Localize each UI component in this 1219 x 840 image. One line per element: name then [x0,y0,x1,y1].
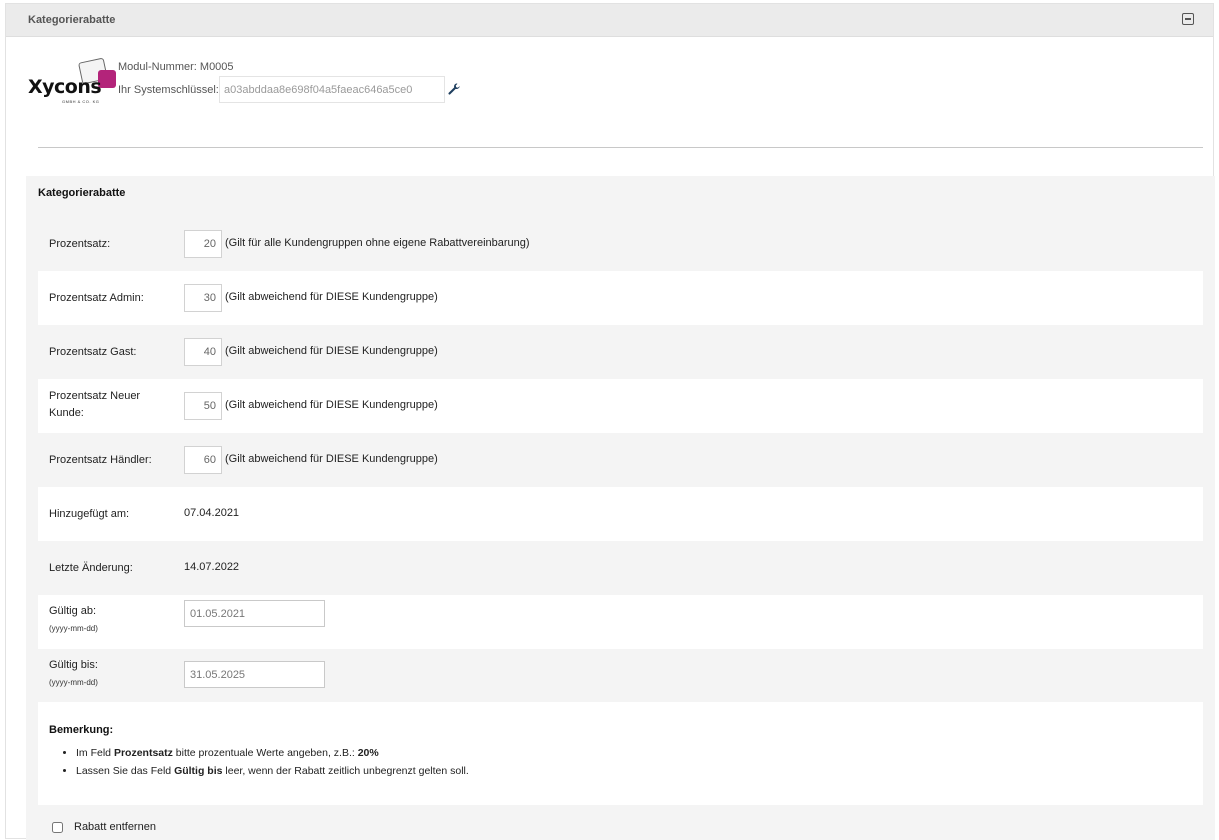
row-letzte-aenderung: Letzte Änderung: 14.07.2022 [38,541,1203,595]
label-gueltig-bis-text: Gültig bis: [49,659,98,671]
remove-discount-checkbox[interactable] [52,822,63,833]
row-hinzugefuegt: Hinzugefügt am: 07.04.2021 [38,487,1203,541]
collapse-icon[interactable] [1182,13,1194,25]
remark-list: Im Feld Prozentsatz bitte prozentuale We… [38,747,469,783]
remark-item-2: Lassen Sie das Feld Gültig bis leer, wen… [76,765,469,777]
remark-2-pre: Lassen Sie das Feld [76,765,175,777]
system-key-label: Ihr Systemschlüssel: [118,84,219,96]
input-gueltig-ab[interactable] [184,600,325,627]
hint-prozentsatz: (Gilt für alle Kundengruppen ohne eigene… [225,237,530,249]
hint-prozentsatz-admin: (Gilt abweichend für DIESE Kundengruppe) [225,291,438,303]
row-gueltig-bis: Gültig bis: (yyyy-mm-dd) [38,649,1203,703]
panel-header: Kategorierabatte [6,4,1213,37]
label-prozentsatz: Prozentsatz: [49,238,111,250]
label-gueltig-ab: Gültig ab: (yyyy-mm-dd) [49,603,98,637]
remove-discount-label[interactable]: Rabatt entfernen [74,821,156,833]
label-gueltig-bis-format: (yyyy-mm-dd) [49,678,98,687]
row-prozentsatz-haendler: Prozentsatz Händler: (Gilt abweichend fü… [38,433,1203,487]
row-prozentsatz-gast: Prozentsatz Gast: (Gilt abweichend für D… [38,325,1203,379]
remark-1-pre: Im Feld [76,747,114,759]
remark-title: Bemerkung: [49,724,114,736]
module-number: Modul-Nummer: M0005 [118,61,234,73]
label-letzte-aenderung: Letzte Änderung: [49,562,133,574]
system-key-input[interactable] [219,76,445,103]
label-gueltig-ab-format: (yyyy-mm-dd) [49,624,98,633]
row-prozentsatz-neuer-kunde: Prozentsatz Neuer Kunde: (Gilt abweichen… [38,379,1203,433]
value-letzte-aenderung: 14.07.2022 [184,561,240,573]
wrench-icon[interactable] [447,82,461,96]
input-gueltig-bis[interactable] [184,661,325,688]
input-prozentsatz-neuer-kunde[interactable] [184,392,222,420]
label-prozentsatz-haendler: Prozentsatz Händler: [49,454,152,466]
remark-1-bold2: 20% [357,747,379,759]
label-prozentsatz-gast: Prozentsatz Gast: [49,346,137,358]
input-prozentsatz-admin[interactable] [184,284,222,312]
label-hinzugefuegt: Hinzugefügt am: [49,508,130,520]
logo-subtext: GMBH & CO. KG [62,99,100,104]
row-prozentsatz: Prozentsatz: (Gilt für alle Kundengruppe… [38,214,1203,268]
remark-2-bold: Gültig bis [174,765,223,777]
logo-text: Xycons [28,76,102,98]
input-prozentsatz-gast[interactable] [184,338,222,366]
hint-prozentsatz-haendler: (Gilt abweichend für DIESE Kundengruppe) [225,453,438,465]
input-prozentsatz[interactable] [184,230,222,258]
label-gueltig-ab-text: Gültig ab: [49,605,97,617]
panel-title: Kategorierabatte [28,14,116,26]
remark-1-mid: bitte prozentuale Werte angeben, z.B.: [172,747,358,759]
hint-prozentsatz-gast: (Gilt abweichend für DIESE Kundengruppe) [225,345,438,357]
label-line1: Prozentsatz Neuer [49,390,141,402]
label-prozentsatz-admin: Prozentsatz Admin: [49,292,144,304]
row-gueltig-ab: Gültig ab: (yyyy-mm-dd) [38,595,1203,649]
remark-item-1: Im Feld Prozentsatz bitte prozentuale We… [76,747,469,759]
input-prozentsatz-haendler[interactable] [184,446,222,474]
label-gueltig-bis: Gültig bis: (yyyy-mm-dd) [49,657,98,691]
remark-1-bold: Prozentsatz [113,747,173,759]
module-header: Xycons GMBH & CO. KG Modul-Nummer: M0005… [6,38,1213,153]
rabatt-section: Kategorierabatte Prozentsatz: (Gilt für … [26,176,1215,840]
section-title: Kategorierabatte [38,187,126,199]
value-hinzugefuegt: 07.04.2021 [184,507,240,519]
header-divider [38,147,1203,148]
remark-box: Bemerkung: Im Feld Prozentsatz bitte pro… [38,702,1203,805]
kategorierabatte-panel: Kategorierabatte Xycons GMBH & CO. KG Mo… [5,3,1215,840]
xycons-logo: Xycons GMBH & CO. KG [28,57,118,104]
remark-2-post: leer, wenn der Rabatt zeitlich unbegrenz… [222,765,469,777]
row-prozentsatz-admin: Prozentsatz Admin: (Gilt abweichend für … [38,271,1203,325]
label-line2: Kunde: [49,407,84,419]
hint-prozentsatz-neuer-kunde: (Gilt abweichend für DIESE Kundengruppe) [225,399,438,411]
label-prozentsatz-neuer-kunde: Prozentsatz Neuer Kunde: [49,388,140,422]
